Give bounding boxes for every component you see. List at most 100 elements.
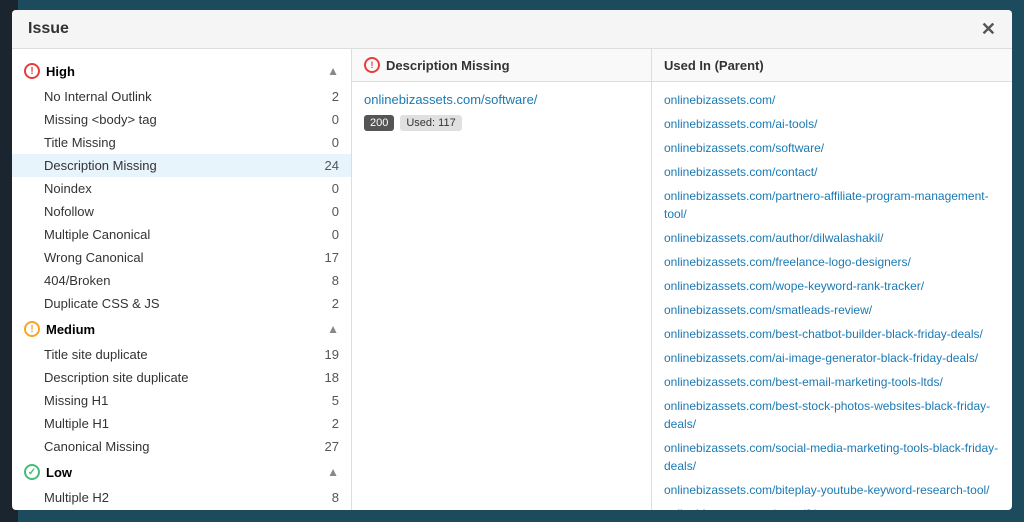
used-in-link[interactable]: onlinebizassets.com/contact/ [652, 160, 1012, 184]
modal-header: Issue ✕ [12, 10, 1012, 49]
issue-name: Multiple H2 [44, 490, 109, 505]
issue-description-site-duplicate[interactable]: Description site duplicate 18 [12, 366, 351, 389]
issue-multiple-canonical[interactable]: Multiple Canonical 0 [12, 223, 351, 246]
used-in-col-header: Used In (Parent) [652, 49, 1012, 81]
issue-name: Wrong Canonical [44, 250, 143, 265]
right-panel-content: onlinebizassets.com/software/ 200 Used: … [352, 82, 1012, 510]
issue-name: 404/Broken [44, 273, 111, 288]
used-in-link[interactable]: onlinebizassets.com/ai-image-generator-b… [652, 346, 1012, 370]
section-header-low[interactable]: ✓ Low ▲ [12, 458, 351, 486]
issue-name: Nofollow [44, 204, 94, 219]
issue-canonical-missing[interactable]: Canonical Missing 27 [12, 435, 351, 458]
modal-title: Issue [28, 20, 69, 38]
issue-count: 24 [319, 158, 339, 173]
issue-multiple-h1[interactable]: Multiple H1 2 [12, 412, 351, 435]
issue-count: 17 [319, 250, 339, 265]
right-panel-header: ! Description Missing Used In (Parent) [352, 49, 1012, 82]
issue-count: 19 [319, 347, 339, 362]
issue-count: 0 [319, 181, 339, 196]
issue-count: 27 [319, 439, 339, 454]
issue-missing-h1[interactable]: Missing H1 5 [12, 389, 351, 412]
issue-multiple-h2[interactable]: Multiple H2 8 [12, 486, 351, 509]
issue-wrong-canonical[interactable]: Wrong Canonical 17 [12, 246, 351, 269]
issue-name: Multiple Canonical [44, 227, 150, 242]
used-in-link[interactable]: onlinebizassets.com/software/ [652, 136, 1012, 160]
issue-count: 5 [319, 393, 339, 408]
issue-name: No Internal Outlink [44, 89, 152, 104]
issue-name: Duplicate CSS & JS [44, 296, 160, 311]
issue-name: Multiple H1 [44, 416, 109, 431]
high-chevron: ▲ [327, 64, 339, 78]
issue-count: 8 [319, 490, 339, 505]
issue-name: Description site duplicate [44, 370, 189, 385]
description-missing-icon: ! [364, 57, 380, 73]
issue-count: 0 [319, 112, 339, 127]
used-in-link[interactable]: onlinebizassets.com/partnero-affiliate-p… [652, 184, 1012, 226]
issue-404-broken[interactable]: 404/Broken 8 [12, 269, 351, 292]
used-in-link[interactable]: onlinebizassets.com/best-email-marketing… [652, 370, 1012, 394]
description-section: onlinebizassets.com/software/ 200 Used: … [352, 82, 652, 510]
used-in-link[interactable]: onlinebizassets.com/page/2/ [652, 502, 1012, 510]
issue-name: Missing H1 [44, 393, 108, 408]
issue-count: 0 [319, 227, 339, 242]
issue-count: 0 [319, 204, 339, 219]
section-header-low-left: ✓ Low [24, 464, 72, 480]
issue-count: 2 [319, 296, 339, 311]
section-header-medium[interactable]: ! Medium ▲ [12, 315, 351, 343]
low-icon: ✓ [24, 464, 40, 480]
close-button[interactable]: ✕ [981, 20, 996, 38]
issues-left-panel: ! High ▲ No Internal Outlink 2 Missing <… [12, 49, 352, 510]
used-in-link[interactable]: onlinebizassets.com/wope-keyword-rank-tr… [652, 274, 1012, 298]
description-col-label: Description Missing [386, 58, 510, 73]
used-in-link[interactable]: onlinebizassets.com/ai-tools/ [652, 112, 1012, 136]
section-header-high-left: ! High [24, 63, 75, 79]
used-in-link[interactable]: onlinebizassets.com/ [652, 88, 1012, 112]
right-panel: ! Description Missing Used In (Parent) o… [352, 49, 1012, 510]
used-in-link[interactable]: onlinebizassets.com/author/dilwalashakil… [652, 226, 1012, 250]
description-col-header: ! Description Missing [352, 49, 652, 81]
issue-missing-body-tag[interactable]: Missing <body> tag 0 [12, 108, 351, 131]
medium-label: Medium [46, 322, 95, 337]
issue-name: Missing <body> tag [44, 112, 157, 127]
issue-title-missing[interactable]: Title Missing 0 [12, 131, 351, 154]
issue-count: 2 [319, 416, 339, 431]
issue-duplicate-css-js[interactable]: Duplicate CSS & JS 2 [12, 292, 351, 315]
issue-no-internal-outlink[interactable]: No Internal Outlink 2 [12, 85, 351, 108]
issue-count: 0 [319, 135, 339, 150]
issue-name: Description Missing [44, 158, 157, 173]
badges-row: 200 Used: 117 [364, 115, 639, 131]
used-in-link[interactable]: onlinebizassets.com/biteplay-youtube-key… [652, 478, 1012, 502]
issue-name: Title Missing [44, 135, 116, 150]
issue-name: Title site duplicate [44, 347, 148, 362]
used-in-link[interactable]: onlinebizassets.com/best-chatbot-builder… [652, 322, 1012, 346]
issue-title-site-duplicate[interactable]: Title site duplicate 19 [12, 343, 351, 366]
issue-name: Noindex [44, 181, 92, 196]
used-in-links-section: onlinebizassets.com/ onlinebizassets.com… [652, 82, 1012, 510]
medium-icon: ! [24, 321, 40, 337]
issue-noindex[interactable]: Noindex 0 [12, 177, 351, 200]
modal-overlay: Issue ✕ ! High ▲ No Internal Outlink 2 [0, 0, 1024, 522]
section-header-medium-left: ! Medium [24, 321, 95, 337]
used-in-link[interactable]: onlinebizassets.com/social-media-marketi… [652, 436, 1012, 478]
used-count-badge: Used: 117 [400, 115, 461, 131]
issue-count: 2 [319, 89, 339, 104]
high-label: High [46, 64, 75, 79]
main-url-link[interactable]: onlinebizassets.com/software/ [364, 92, 639, 107]
low-label: Low [46, 465, 72, 480]
issue-nofollow[interactable]: Nofollow 0 [12, 200, 351, 223]
status-badge-200: 200 [364, 115, 394, 131]
issue-description-missing[interactable]: Description Missing 24 [12, 154, 351, 177]
issue-count: 18 [319, 370, 339, 385]
used-in-link[interactable]: onlinebizassets.com/freelance-logo-desig… [652, 250, 1012, 274]
used-in-col-label: Used In (Parent) [664, 58, 764, 73]
high-icon: ! [24, 63, 40, 79]
low-chevron: ▲ [327, 465, 339, 479]
section-header-high[interactable]: ! High ▲ [12, 57, 351, 85]
used-in-link[interactable]: onlinebizassets.com/best-stock-photos-we… [652, 394, 1012, 436]
medium-chevron: ▲ [327, 322, 339, 336]
used-in-link[interactable]: onlinebizassets.com/smatleads-review/ [652, 298, 1012, 322]
issue-count: 8 [319, 273, 339, 288]
issue-modal: Issue ✕ ! High ▲ No Internal Outlink 2 [12, 10, 1012, 510]
issue-name: Canonical Missing [44, 439, 150, 454]
modal-body: ! High ▲ No Internal Outlink 2 Missing <… [12, 49, 1012, 510]
